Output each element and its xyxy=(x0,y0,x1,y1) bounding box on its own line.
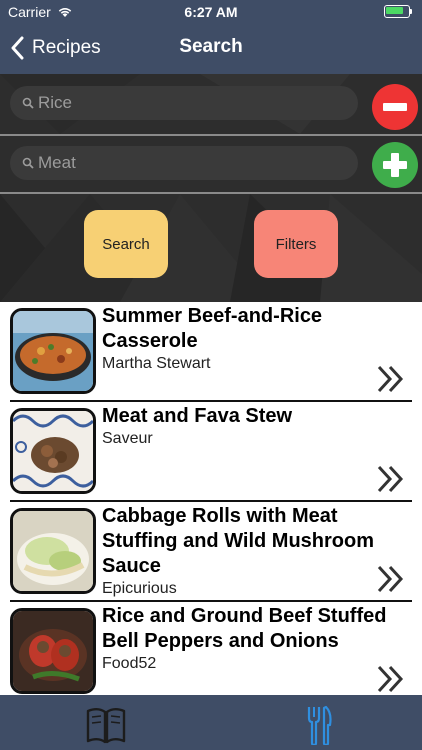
stuffed-peppers-photo xyxy=(10,608,96,694)
recipe-title: Summer Beef-and-Rice Casserole xyxy=(102,305,323,352)
tab-recipes[interactable] xyxy=(84,705,128,745)
remove-ingredient-button[interactable] xyxy=(372,84,418,130)
search-icon xyxy=(22,157,34,169)
search-panel: Search Filters xyxy=(0,74,422,302)
double-chevron-right-icon[interactable] xyxy=(376,564,406,594)
recipe-title: Rice and Ground Beef Stuffed Bell Pepper… xyxy=(102,605,387,652)
plus-circle-icon xyxy=(372,142,418,188)
results-list[interactable]: Summer Beef-and-Rice Casserole Martha St… xyxy=(0,302,422,695)
search-button[interactable]: Search xyxy=(84,210,168,278)
list-item[interactable]: Meat and Fava Stew Saveur xyxy=(0,402,422,502)
filters-button[interactable]: Filters xyxy=(254,210,338,278)
status-bar: Carrier 6:27 AM xyxy=(0,0,422,24)
clock: 6:27 AM xyxy=(184,4,238,20)
row-divider xyxy=(0,192,422,194)
battery-icon xyxy=(384,5,414,18)
page-title: Search xyxy=(179,36,243,57)
add-ingredient-button[interactable] xyxy=(372,142,418,188)
exclude-ingredient-field[interactable] xyxy=(10,146,358,180)
recipe-source: Saveur xyxy=(102,430,153,447)
minus-circle-icon xyxy=(372,84,418,130)
tab-search[interactable] xyxy=(296,705,340,747)
recipe-source: Martha Stewart xyxy=(102,355,211,372)
list-item[interactable]: Summer Beef-and-Rice Casserole Martha St… xyxy=(0,302,422,402)
fork-knife-icon xyxy=(307,705,332,747)
double-chevron-right-icon[interactable] xyxy=(376,664,406,694)
top-bar: Carrier 6:27 AM Recipes Search xyxy=(0,0,422,74)
recipe-title: Meat and Fava Stew xyxy=(102,405,293,427)
row-divider xyxy=(0,134,422,136)
double-chevron-right-icon[interactable] xyxy=(376,464,406,494)
include-ingredient-input[interactable] xyxy=(38,86,348,120)
book-icon xyxy=(86,708,126,744)
stew-photo xyxy=(10,408,96,494)
cabbage-rolls-photo xyxy=(10,508,96,594)
recipe-title: Cabbage Rolls with Meat Stuffing and Wil… xyxy=(102,505,375,577)
search-icon xyxy=(22,97,34,109)
list-item[interactable]: Rice and Ground Beef Stuffed Bell Pepper… xyxy=(0,602,422,695)
double-chevron-right-icon[interactable] xyxy=(376,364,406,394)
casserole-photo xyxy=(10,308,96,394)
tab-bar xyxy=(0,695,422,750)
exclude-ingredient-input[interactable] xyxy=(38,146,348,180)
navigation-bar: Recipes Search xyxy=(0,24,422,74)
recipe-source: Food52 xyxy=(102,655,157,672)
include-ingredient-field[interactable] xyxy=(10,86,358,120)
recipe-source: Epicurious xyxy=(102,580,177,597)
list-item[interactable]: Cabbage Rolls with Meat Stuffing and Wil… xyxy=(0,502,422,602)
